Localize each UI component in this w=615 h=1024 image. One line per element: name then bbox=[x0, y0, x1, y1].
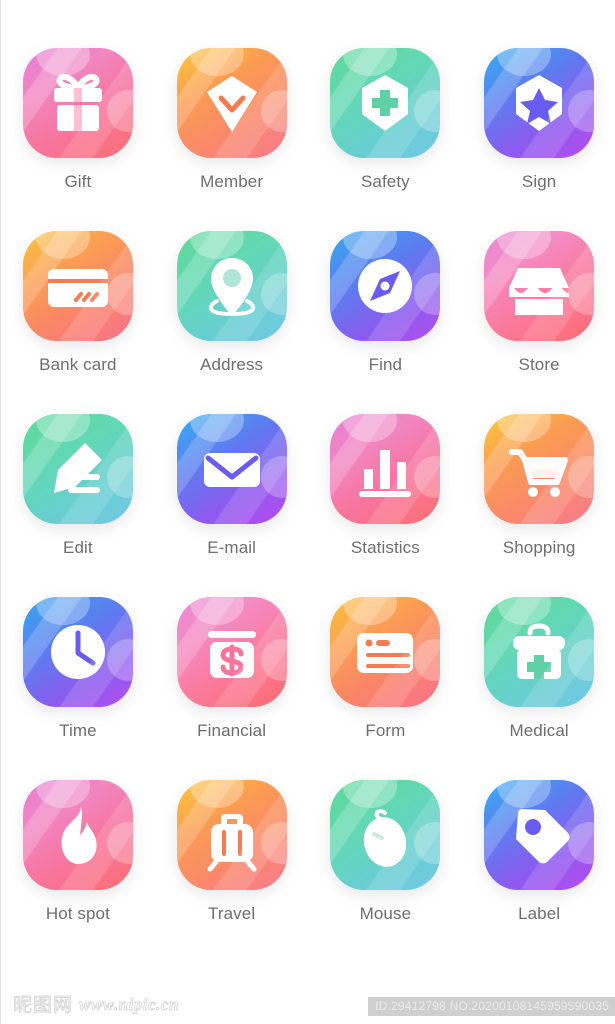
app-icon-tile[interactable] bbox=[330, 48, 441, 158]
app-icon-tile[interactable] bbox=[484, 780, 595, 890]
app-icon-tile[interactable] bbox=[484, 597, 595, 707]
icon-label: Safety bbox=[360, 172, 410, 191]
watermark-footer: 昵图网 www.nipic.cn ID:29412798 NO:20200108… bbox=[1, 978, 615, 1024]
app-icon-tile[interactable] bbox=[22, 597, 133, 707]
app-icon-tile[interactable] bbox=[22, 231, 133, 341]
icon-label: Label bbox=[518, 904, 561, 923]
icon-label: Medical bbox=[509, 721, 569, 740]
icon-label: Store bbox=[518, 355, 560, 374]
icon-cell-financial[interactable]: Financial bbox=[155, 597, 309, 780]
icon-label: Financial bbox=[197, 721, 267, 740]
icon-cell-label[interactable]: Label bbox=[462, 780, 615, 963]
app-icon-tile[interactable] bbox=[176, 780, 287, 890]
app-icon-tile[interactable] bbox=[22, 414, 133, 524]
icon-set-page: Gift Member Safety Sign Bank card Addres… bbox=[0, 0, 615, 1024]
app-icon-tile[interactable] bbox=[330, 231, 441, 341]
app-icon-tile[interactable] bbox=[176, 231, 287, 341]
icon-cell-safety[interactable]: Safety bbox=[309, 48, 463, 231]
icon-label: Time bbox=[59, 721, 97, 740]
icon-cell-bank-card[interactable]: Bank card bbox=[1, 231, 155, 414]
app-icon-tile[interactable] bbox=[484, 48, 595, 158]
icon-cell-find[interactable]: Find bbox=[309, 231, 463, 414]
icon-label: E-mail bbox=[207, 538, 257, 557]
icon-cell-e-mail[interactable]: E-mail bbox=[155, 414, 309, 597]
icon-label: Statistics bbox=[350, 538, 420, 557]
icon-label: Sign bbox=[521, 172, 557, 191]
icon-label: Member bbox=[200, 172, 264, 191]
app-icon-tile[interactable] bbox=[176, 414, 287, 524]
icon-cell-sign[interactable]: Sign bbox=[462, 48, 615, 231]
icon-label: Shopping bbox=[502, 538, 576, 557]
icon-cell-travel[interactable]: Travel bbox=[155, 780, 309, 963]
app-icon-tile[interactable] bbox=[330, 414, 441, 524]
app-icon-tile[interactable] bbox=[484, 414, 595, 524]
app-icon-tile[interactable] bbox=[176, 597, 287, 707]
icon-cell-shopping[interactable]: Shopping bbox=[462, 414, 615, 597]
icon-cell-gift[interactable]: Gift bbox=[1, 48, 155, 231]
app-icon-tile[interactable] bbox=[176, 48, 287, 158]
icon-cell-hot-spot[interactable]: Hot spot bbox=[1, 780, 155, 963]
icon-cell-store[interactable]: Store bbox=[462, 231, 615, 414]
app-icon-tile[interactable] bbox=[330, 780, 441, 890]
icon-cell-member[interactable]: Member bbox=[155, 48, 309, 231]
icon-cell-statistics[interactable]: Statistics bbox=[309, 414, 463, 597]
watermark-id-badge: ID:29412798 NO:20200108145959590035 bbox=[368, 997, 615, 1016]
app-icon-tile[interactable] bbox=[330, 597, 441, 707]
app-icon-tile[interactable] bbox=[484, 231, 595, 341]
app-icon-tile[interactable] bbox=[22, 780, 133, 890]
nipic-watermark-logo: 昵图网 www.nipic.cn bbox=[12, 993, 179, 1016]
icon-cell-medical[interactable]: Medical bbox=[462, 597, 615, 780]
icon-label: Mouse bbox=[359, 904, 412, 923]
icon-label: Hot spot bbox=[45, 904, 110, 923]
icon-cell-time[interactable]: Time bbox=[1, 597, 155, 780]
icon-label: Edit bbox=[63, 538, 93, 557]
icon-cell-mouse[interactable]: Mouse bbox=[309, 780, 463, 963]
icon-cell-form[interactable]: Form bbox=[309, 597, 463, 780]
icon-label: Find bbox=[368, 355, 403, 374]
icon-label: Gift bbox=[64, 172, 92, 191]
app-icon-tile[interactable] bbox=[22, 48, 133, 158]
icon-label: Form bbox=[365, 721, 406, 740]
icon-label: Address bbox=[200, 355, 264, 374]
watermark-cn-text: 昵图网 bbox=[12, 993, 74, 1016]
icon-label: Bank card bbox=[39, 355, 117, 374]
icon-cell-address[interactable]: Address bbox=[155, 231, 309, 414]
icon-cell-edit[interactable]: Edit bbox=[1, 414, 155, 597]
watermark-url-text: www.nipic.cn bbox=[79, 995, 179, 1015]
icon-grid: Gift Member Safety Sign Bank card Addres… bbox=[1, 48, 615, 963]
icon-label: Travel bbox=[208, 904, 256, 923]
